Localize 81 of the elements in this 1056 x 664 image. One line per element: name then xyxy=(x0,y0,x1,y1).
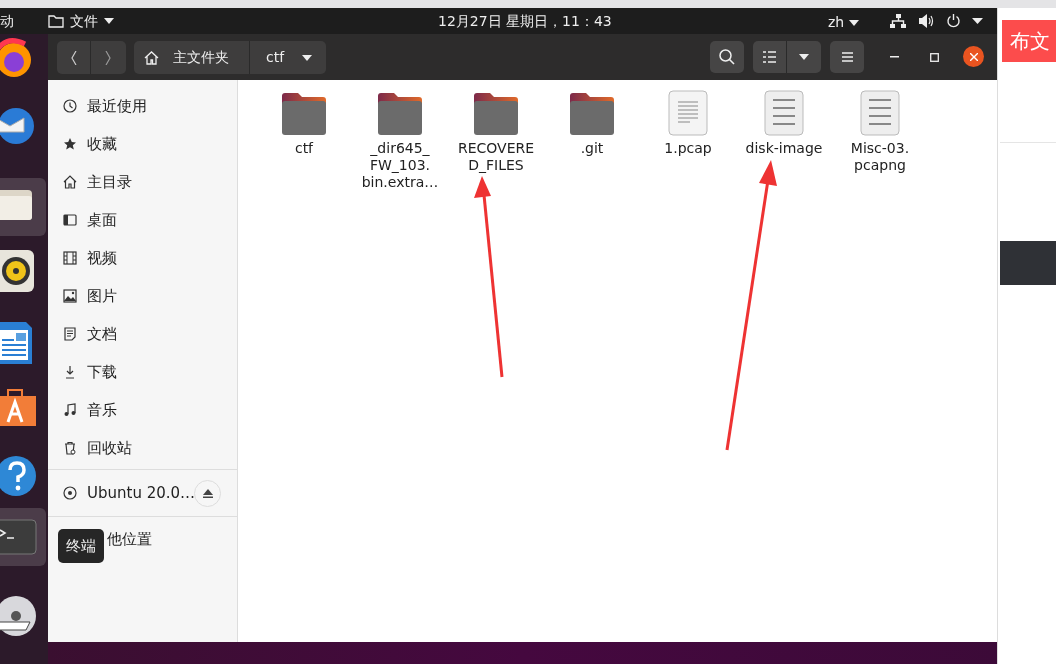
document-icon xyxy=(63,327,77,341)
sidebar-item[interactable]: 下载 xyxy=(48,353,237,391)
activities-button[interactable]: 动 xyxy=(0,10,14,32)
caret-icon xyxy=(799,54,809,60)
path-button[interactable]: 主文件夹 xyxy=(134,41,250,74)
view-options-button[interactable] xyxy=(787,41,821,73)
sidebar-item[interactable]: 桌面 xyxy=(48,201,237,239)
sidebar-item[interactable]: 最近使用 xyxy=(48,87,237,125)
desktop-icon xyxy=(63,213,77,227)
sidebar-item[interactable]: 收藏 xyxy=(48,125,237,163)
film-icon xyxy=(63,251,77,265)
sidebar-item[interactable]: Ubuntu 20.0… xyxy=(48,472,237,514)
file-name: D_FILES xyxy=(467,157,525,174)
file-name: bin.extra… xyxy=(361,174,439,191)
eject-icon xyxy=(202,489,213,498)
music-note-icon xyxy=(63,403,77,417)
sidebar-item[interactable]: 他位置 xyxy=(107,519,152,559)
forward-icon xyxy=(105,50,111,65)
file-item[interactable]: ctf xyxy=(256,88,352,157)
folder-icon xyxy=(472,92,520,136)
sidebar-item[interactable]: 音乐 xyxy=(48,391,237,429)
file-item[interactable]: RECOVERE D_FILES xyxy=(448,88,544,174)
trash-icon xyxy=(63,441,77,455)
language-menu[interactable]: zh xyxy=(828,12,860,33)
tooltip: 终端 xyxy=(58,529,104,563)
file-name: FW_103. xyxy=(368,157,432,174)
file-item[interactable]: disk-image xyxy=(736,88,832,157)
list-icon xyxy=(763,51,776,63)
app-menu[interactable]: 文件 xyxy=(48,10,114,32)
text-file-icon xyxy=(668,90,708,136)
file-name: RECOVERE xyxy=(457,140,535,157)
sidebar-item[interactable]: 回收站 xyxy=(48,429,237,467)
sidebar-item[interactable]: 文档 xyxy=(48,315,237,353)
file-name: disk-image xyxy=(745,140,823,157)
folder-icon xyxy=(568,92,616,136)
close-button[interactable] xyxy=(963,46,984,67)
maximize-icon xyxy=(929,52,939,62)
clock[interactable]: 12月27日 星期日，11：43 xyxy=(438,13,612,29)
image-icon xyxy=(63,289,77,303)
back-icon xyxy=(70,50,77,65)
file-item[interactable]: 1.pcap xyxy=(640,88,736,157)
file-item[interactable]: _dir645_ FW_103. bin.extra… xyxy=(352,88,448,191)
folder-icon xyxy=(376,92,424,136)
caret-icon xyxy=(302,54,313,61)
dock-item[interactable] xyxy=(0,178,46,236)
caret-icon xyxy=(104,18,114,24)
volume-icon xyxy=(919,14,934,28)
clock-icon xyxy=(63,99,77,113)
file-name: 1.pcap xyxy=(664,140,712,157)
home-icon xyxy=(63,175,77,189)
power-icon xyxy=(946,13,961,28)
path-button[interactable]: ctf xyxy=(250,41,327,74)
file-item[interactable]: .git xyxy=(544,88,640,157)
file-name: ctf xyxy=(294,140,314,157)
search-icon xyxy=(719,49,735,65)
disc-icon xyxy=(63,486,77,500)
view-list-button[interactable] xyxy=(753,41,787,73)
star-icon xyxy=(63,137,77,151)
file-name: .git xyxy=(580,140,604,157)
close-icon xyxy=(969,52,978,61)
menu-button[interactable] xyxy=(830,41,864,73)
folder-icon xyxy=(280,92,328,136)
binary-file-icon xyxy=(764,90,804,136)
network-icon xyxy=(890,14,906,28)
sidebar-item[interactable]: 视频 xyxy=(48,239,237,277)
download-icon xyxy=(63,365,77,379)
menu-icon xyxy=(841,52,853,62)
file-name: _dir645_ xyxy=(369,140,431,157)
caret-icon xyxy=(849,19,860,26)
sidebar-item[interactable]: 主目录 xyxy=(48,163,237,201)
sidebar-item[interactable]: 图片 xyxy=(48,277,237,315)
binary-file-icon xyxy=(860,90,900,136)
file-name: Misc-03. xyxy=(850,140,910,157)
file-name: pcapng xyxy=(853,157,907,174)
dark-banner xyxy=(1000,241,1056,285)
search-button[interactable] xyxy=(710,41,744,73)
file-item[interactable]: Misc-03. pcapng xyxy=(832,88,928,174)
minimize-icon xyxy=(889,56,899,58)
folder-icon xyxy=(48,14,64,28)
caret-icon[interactable] xyxy=(972,18,983,24)
home-icon xyxy=(144,50,159,65)
